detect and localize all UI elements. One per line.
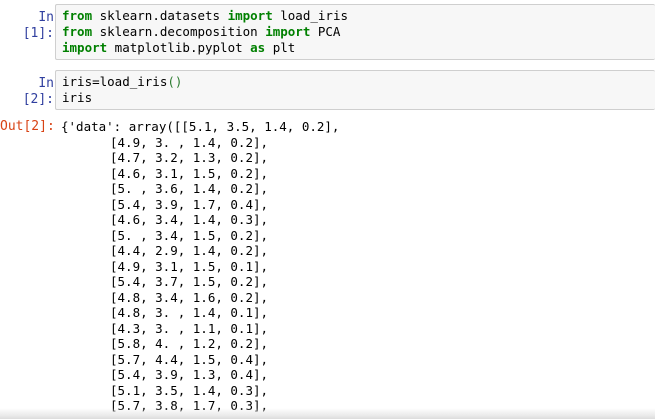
output-row: [4.8, 3. , 1.4, 0.1], — [110, 305, 269, 320]
output-row: [5. , 3.4, 1.5, 0.2], — [110, 227, 269, 243]
code-cell-2[interactable]: In [2]: iris=load_iris() iris — [0, 70, 655, 110]
code-line: import matplotlib.pyplot as plt — [62, 40, 296, 55]
output-row: [5.4, 3.7, 1.5, 0.2], — [110, 274, 269, 289]
scroll-edge — [0, 408, 655, 419]
output-row: [4.4, 2.9, 1.4, 0.2], — [110, 243, 269, 258]
code-line: from sklearn.decomposition import PCA — [62, 24, 341, 39]
code-input-1[interactable]: from sklearn.datasets import load_iris f… — [55, 4, 655, 60]
output-row: [5.4, 3.9, 1.3, 0.4], — [110, 367, 269, 382]
output-row: [4.9, 3. , 1.4, 0.2], — [110, 134, 269, 150]
code-line: iris — [62, 90, 93, 105]
code-line: iris=load_iris() — [62, 74, 183, 89]
code-line: from sklearn.datasets import load_iris — [62, 8, 348, 23]
input-prompt-2: In [2]: — [22, 76, 54, 107]
output-row: [4.7, 3.2, 1.3, 0.2], — [110, 150, 269, 165]
output-row: [4.6, 3.4, 1.4, 0.3], — [110, 212, 269, 227]
notebook: In [1]: from sklearn.datasets import loa… — [0, 0, 655, 419]
output-row: [5.4, 3.9, 1.7, 0.4], — [110, 196, 269, 212]
output-row: [5.8, 4. , 1.2, 0.2], — [110, 336, 269, 351]
output-row: [5. , 3.6, 1.4, 0.2], — [110, 181, 269, 196]
output-prompt: Out[2]: — [0, 119, 55, 134]
code-input-2[interactable]: iris=load_iris() iris — [55, 70, 655, 110]
output-area: Out[2]: {'data': array([[5.1, 3.5, 1.4, … — [0, 116, 655, 419]
output-row: [4.6, 3.1, 1.5, 0.2], — [110, 165, 269, 181]
output-row: [5.1, 3.5, 1.4, 0.3], — [110, 382, 269, 398]
output-row: [4.9, 3.1, 1.5, 0.1], — [110, 258, 269, 274]
output-first-line: {'data': array([[5.1, 3.5, 1.4, 0.2], — [61, 119, 340, 134]
code-cell-1[interactable]: In [1]: from sklearn.datasets import loa… — [0, 4, 655, 60]
output-row: [5.7, 4.4, 1.5, 0.4], — [110, 351, 269, 367]
output-row: [4.8, 3.4, 1.6, 0.2], — [110, 289, 269, 305]
output-row: [4.3, 3. , 1.1, 0.1], — [110, 320, 269, 336]
input-prompt-1: In [1]: — [22, 10, 54, 41]
